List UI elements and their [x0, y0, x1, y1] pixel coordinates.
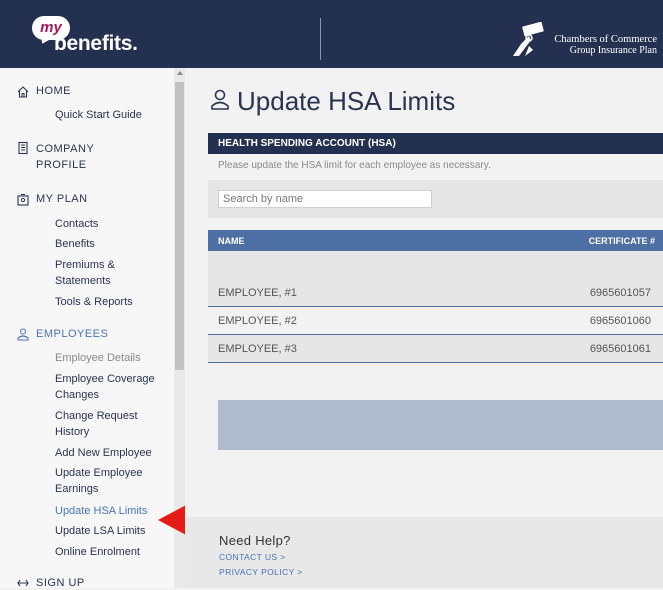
logo-benefits-text: benefits.	[54, 32, 138, 55]
employee-name: EMPLOYEE, #1	[218, 287, 297, 299]
sidebar-item-benefits[interactable]: Benefits	[55, 236, 95, 252]
privacy-policy-link[interactable]: PRIVACY POLICY >	[219, 567, 303, 577]
certificate-number: 6965601057	[589, 287, 651, 299]
search-input[interactable]	[218, 190, 432, 208]
help-title: Need Help?	[219, 533, 291, 548]
column-name-header[interactable]: NAME	[218, 236, 245, 246]
header-divider	[320, 18, 321, 60]
certificate-number: 6965601060	[589, 315, 651, 327]
sidebar-company-line-1: COMPANY	[36, 143, 95, 155]
sidebar-scroll-thumb[interactable]	[175, 82, 184, 370]
sidebar-item-add-new-employee[interactable]: Add New Employee	[55, 445, 152, 461]
sidebar-item-premiums[interactable]: Premiums & Statements	[55, 257, 115, 289]
building-icon	[18, 141, 28, 155]
table-row[interactable]: EMPLOYEE, #2 6965601060	[208, 307, 663, 335]
scroll-up-arrow-icon[interactable]	[177, 71, 183, 75]
sidebar-item-contacts[interactable]: Contacts	[55, 216, 98, 232]
person-icon	[17, 328, 29, 341]
page-title: Update HSA Limits	[237, 86, 456, 116]
sidebar-item-tools-reports[interactable]: Tools & Reports	[55, 294, 133, 310]
contact-us-link[interactable]: CONTACT US >	[219, 552, 286, 562]
chambers-line-2: Group Insurance Plan	[569, 45, 657, 56]
panel-header: HEALTH SPENDING ACCOUNT (HSA)	[208, 133, 663, 154]
sidebar-item-quick-start[interactable]: Quick Start Guide	[55, 107, 142, 123]
sidebar-my-plan[interactable]: MY PLAN	[36, 193, 88, 205]
sidebar-home[interactable]: HOME	[36, 85, 71, 97]
column-certificate-header[interactable]: CERTIFICATE #	[589, 236, 655, 246]
sidebar-item-update-hsa-limits[interactable]: Update HSA Limits	[55, 503, 147, 519]
table-header: NAME CERTIFICATE #	[208, 230, 663, 251]
table-row[interactable]: EMPLOYEE, #3 6965601061	[208, 335, 663, 363]
history-line-1: Change Request	[55, 410, 138, 422]
help-section: Need Help? CONTACT US > PRIVACY POLICY >	[185, 517, 663, 588]
sidebar-item-online-enrolment[interactable]: Online Enrolment	[55, 544, 140, 560]
panel-title: HEALTH SPENDING ACCOUNT (HSA)	[218, 138, 396, 149]
table-footer-bar	[218, 400, 663, 450]
id-card-icon	[17, 193, 29, 206]
sidebar-item-coverage-changes[interactable]: Employee Coverage Changes	[55, 371, 155, 403]
chambers-logo: Chambers of Commerce Group Insurance Pla…	[507, 20, 657, 60]
table-spacer-row	[208, 251, 663, 279]
table-row[interactable]: EMPLOYEE, #1 6965601057	[208, 279, 663, 307]
certificate-number: 6965601061	[589, 343, 651, 355]
sidebar-company-line-2: PROFILE	[36, 159, 87, 171]
chambers-line-1: Chambers of Commerce	[554, 34, 657, 45]
panel-subtitle: Please update the HSA limit for each emp…	[218, 160, 491, 171]
sidebar-item-update-lsa-limits[interactable]: Update LSA Limits	[55, 523, 146, 539]
employee-name: EMPLOYEE, #2	[218, 315, 297, 327]
sidebar-item-update-earnings[interactable]: Update Employee Earnings	[55, 465, 142, 497]
premiums-line-2: Statements	[55, 275, 111, 287]
earnings-line-1: Update Employee	[55, 467, 143, 479]
sidebar-item-employee-details[interactable]: Employee Details	[55, 350, 141, 366]
sidebar-sign-up[interactable]: SIGN UP	[36, 577, 85, 589]
employee-name: EMPLOYEE, #3	[218, 343, 297, 355]
top-bar: my benefits. Chambers of Commerce Group …	[0, 0, 663, 68]
sidebar-employees[interactable]: EMPLOYEES	[36, 328, 108, 340]
history-line-2: History	[55, 426, 90, 438]
sidebar-company-profile[interactable]: COMPANY PROFILE	[36, 141, 94, 173]
keys-emblem-icon	[513, 22, 544, 56]
sidebar-item-change-request-history[interactable]: Change Request History	[55, 408, 138, 440]
earnings-line-2: Earnings	[55, 483, 99, 495]
coverage-line-2: Changes	[55, 389, 100, 401]
home-icon	[17, 86, 29, 98]
user-icon	[211, 89, 229, 110]
coverage-line-1: Employee Coverage	[55, 373, 155, 385]
mybenefits-logo[interactable]: my benefits.	[32, 16, 172, 56]
premiums-line-1: Premiums &	[55, 259, 115, 271]
